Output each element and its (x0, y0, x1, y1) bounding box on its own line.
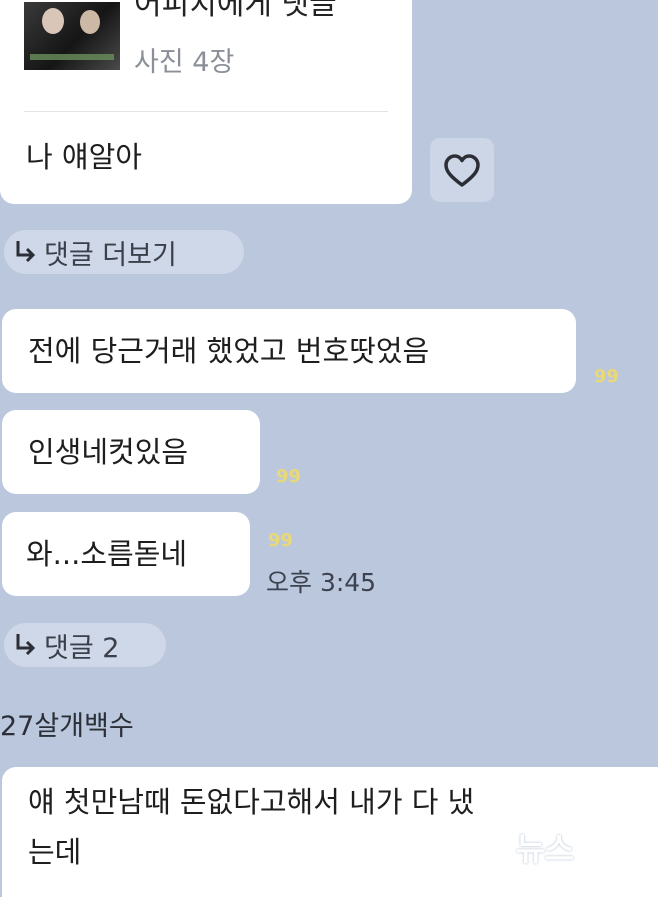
photo-comment-title: 어피치에게 댓글 (134, 0, 337, 22)
message-bubble[interactable]: 인생네컷있음 (2, 410, 260, 494)
heart-icon (444, 154, 480, 187)
sender-message-line2: 는데 (28, 835, 82, 869)
message-timestamp: 오후 3:45 (266, 568, 377, 597)
photo-count: 사진 4장 (134, 47, 235, 78)
message-bubble[interactable]: 전에 당근거래 했었고 번호땃었음 (2, 309, 576, 393)
sender-message-line1: 얘 첫만남때 돈없다고해서 내가 다 냈 (28, 785, 475, 819)
news1-watermark: 뉴스 1 (516, 822, 621, 872)
watermark-mark: 1 (576, 825, 621, 869)
message-text: 와...소름돋네 (26, 537, 188, 571)
sender-name[interactable]: 27살개백수 (0, 704, 134, 743)
watermark-text: 뉴스 (516, 830, 574, 868)
photo-comment-card[interactable]: 어피치에게 댓글 사진 4장 나 얘알아 (0, 0, 412, 204)
reply-arrow-icon (16, 241, 36, 263)
reply-arrow-icon (16, 634, 36, 656)
card-divider (24, 111, 388, 112)
card-message: 나 얘알아 (26, 140, 142, 174)
unread-count: 99 (268, 530, 294, 551)
unread-count: 99 (276, 466, 302, 487)
unread-count: 99 (594, 366, 620, 387)
photo-thumbnail[interactable] (24, 2, 120, 70)
message-text: 인생네컷있음 (28, 435, 189, 469)
more-replies-label: 댓글 더보기 (44, 239, 177, 271)
replies-count-label: 댓글 2 (44, 632, 120, 664)
like-button[interactable] (430, 138, 494, 202)
message-bubble[interactable]: 와...소름돋네 (2, 512, 250, 596)
replies-button[interactable]: 댓글 2 (4, 623, 166, 667)
message-text: 전에 당근거래 했었고 번호땃었음 (28, 334, 430, 368)
more-replies-button[interactable]: 댓글 더보기 (4, 230, 244, 274)
